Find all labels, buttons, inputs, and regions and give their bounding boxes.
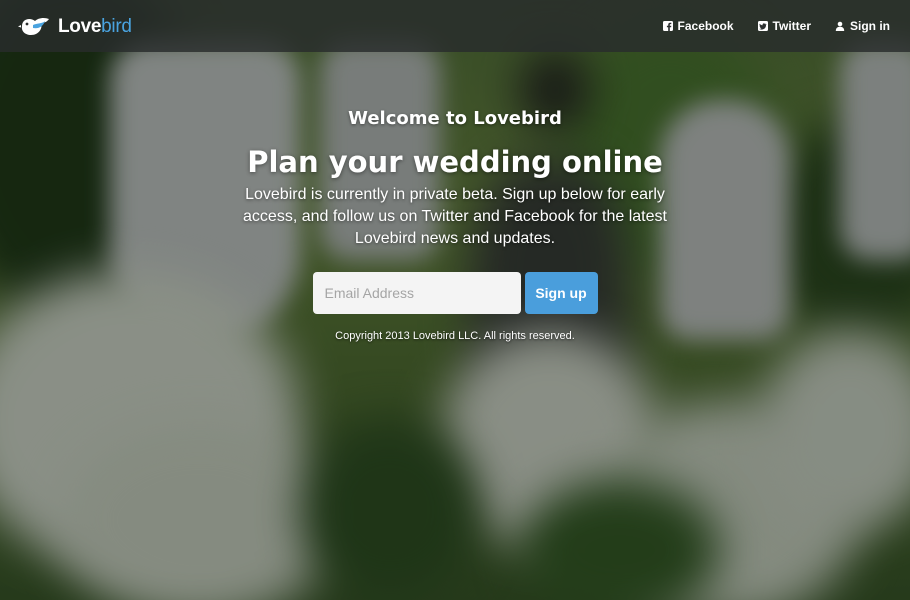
nav-link-facebook[interactable]: Facebook <box>662 19 734 33</box>
welcome-heading: Welcome to Lovebird <box>348 108 562 129</box>
intro-text: Lovebird is currently in private beta. S… <box>243 186 667 247</box>
facebook-icon <box>662 21 673 31</box>
nav-link-facebook-label: Facebook <box>677 19 734 33</box>
bird-icon <box>18 15 52 37</box>
twitter-icon <box>757 21 768 31</box>
copyright-text: Copyright 2013 Lovebird LLC. All rights … <box>335 330 575 342</box>
nav-link-twitter-label: Twitter <box>772 19 811 33</box>
hero-section: Welcome to Lovebird Plan your wedding on… <box>0 104 910 342</box>
page-title: Plan your wedding online <box>247 145 663 179</box>
nav-link-sign-in-label: Sign in <box>850 19 890 33</box>
brand-name-part2: bird <box>101 15 132 37</box>
nav-link-twitter[interactable]: Twitter <box>757 19 811 33</box>
brand-name: Lovebird <box>58 17 132 36</box>
nav-links: Facebook Twitter Sign in <box>662 19 890 33</box>
sign-up-button[interactable]: Sign up <box>524 272 598 314</box>
brand-name-part1: Love <box>58 15 102 37</box>
nav-link-sign-in[interactable]: Sign in <box>835 19 890 33</box>
top-navbar: Lovebird Facebook Twitter Sign in <box>0 0 910 52</box>
signup-form: Sign up <box>0 272 910 314</box>
user-icon <box>835 21 845 31</box>
email-field[interactable] <box>312 272 521 314</box>
brand-logo[interactable]: Lovebird <box>18 15 132 37</box>
